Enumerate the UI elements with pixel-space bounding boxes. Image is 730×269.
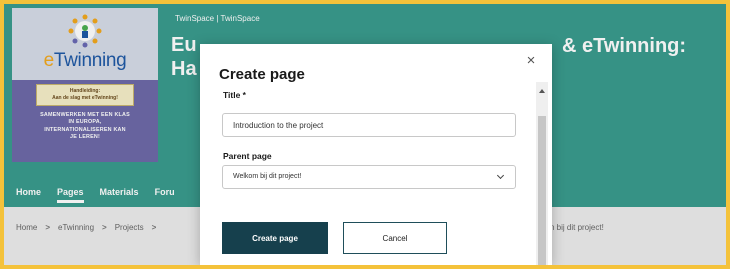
parent-page-label: Parent page <box>223 151 272 161</box>
scroll-up-icon[interactable] <box>539 89 545 93</box>
chevron-down-icon <box>496 171 505 180</box>
parent-page-select[interactable]: Welkom bij dit project! <box>222 165 516 189</box>
create-page-dialog: Create page × Title * Parent page Welkom… <box>200 44 552 265</box>
close-icon[interactable]: × <box>524 53 538 68</box>
create-page-button[interactable]: Create page <box>222 222 328 254</box>
app-frame: eTwinning Handleiding: Aan de slag met e… <box>4 4 726 265</box>
title-input[interactable] <box>222 113 516 137</box>
dialog-title: Create page <box>219 66 305 83</box>
title-field-label: Title * <box>223 90 246 100</box>
cancel-button[interactable]: Cancel <box>343 222 447 254</box>
scrollbar-thumb[interactable] <box>538 116 546 265</box>
parent-page-value: Welkom bij dit project! <box>233 173 302 180</box>
